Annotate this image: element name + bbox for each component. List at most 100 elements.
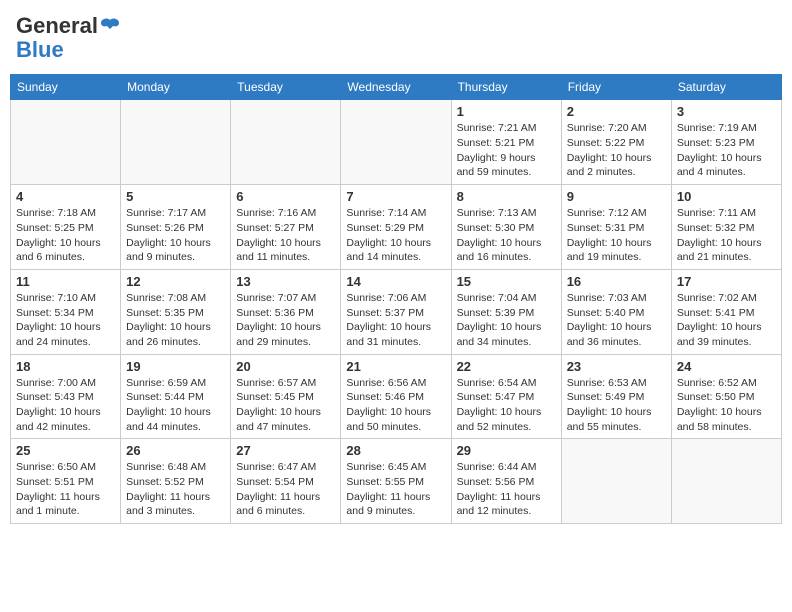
- col-header-tuesday: Tuesday: [231, 75, 341, 100]
- calendar-day: 5 Sunrise: 7:17 AMSunset: 5:26 PMDaylight…: [121, 185, 231, 270]
- day-info: Sunrise: 6:54 AMSunset: 5:47 PMDaylight:…: [457, 376, 556, 435]
- calendar-day: 22 Sunrise: 6:54 AMSunset: 5:47 PMDayligh…: [451, 354, 561, 439]
- day-number: 23: [567, 359, 666, 374]
- calendar-day: 18 Sunrise: 7:00 AMSunset: 5:43 PMDayligh…: [11, 354, 121, 439]
- calendar-day: 9 Sunrise: 7:12 AMSunset: 5:31 PMDaylight…: [561, 185, 671, 270]
- calendar-day: 4 Sunrise: 7:18 AMSunset: 5:25 PMDaylight…: [11, 185, 121, 270]
- day-info: Sunrise: 7:18 AMSunset: 5:25 PMDaylight:…: [16, 206, 115, 265]
- calendar-day: 3Sunrise: 7:19 AMSunset: 5:23 PMDaylight…: [671, 100, 781, 185]
- day-number: 17: [677, 274, 776, 289]
- day-number: 15: [457, 274, 556, 289]
- day-info: Sunrise: 6:45 AMSunset: 5:55 PMDaylight:…: [346, 460, 445, 519]
- day-info: Sunrise: 6:59 AMSunset: 5:44 PMDaylight:…: [126, 376, 225, 435]
- day-number: 14: [346, 274, 445, 289]
- day-number: 24: [677, 359, 776, 374]
- day-info: Sunrise: 7:13 AMSunset: 5:30 PMDaylight:…: [457, 206, 556, 265]
- day-info: Sunrise: 7:08 AMSunset: 5:35 PMDaylight:…: [126, 291, 225, 350]
- day-number: 22: [457, 359, 556, 374]
- logo: General Blue: [16, 14, 122, 62]
- day-number: 12: [126, 274, 225, 289]
- calendar-day: 28 Sunrise: 6:45 AMSunset: 5:55 PMDayligh…: [341, 439, 451, 524]
- day-info: Sunrise: 7:14 AMSunset: 5:29 PMDaylight:…: [346, 206, 445, 265]
- calendar-day: 23 Sunrise: 6:53 AMSunset: 5:49 PMDayligh…: [561, 354, 671, 439]
- day-info: Sunrise: 7:16 AMSunset: 5:27 PMDaylight:…: [236, 206, 335, 265]
- day-number: 8: [457, 189, 556, 204]
- calendar-day: 1Sunrise: 7:21 AMSunset: 5:21 PMDaylight…: [451, 100, 561, 185]
- day-info: Sunrise: 7:04 AMSunset: 5:39 PMDaylight:…: [457, 291, 556, 350]
- calendar-day: 15 Sunrise: 7:04 AMSunset: 5:39 PMDayligh…: [451, 269, 561, 354]
- day-info: Sunrise: 7:20 AMSunset: 5:22 PMDaylight:…: [567, 121, 666, 180]
- day-info: Sunrise: 7:12 AMSunset: 5:31 PMDaylight:…: [567, 206, 666, 265]
- calendar-day: 21 Sunrise: 6:56 AMSunset: 5:46 PMDayligh…: [341, 354, 451, 439]
- day-number: 4: [16, 189, 115, 204]
- day-info: Sunrise: 7:03 AMSunset: 5:40 PMDaylight:…: [567, 291, 666, 350]
- day-number: 10: [677, 189, 776, 204]
- day-info: Sunrise: 7:07 AMSunset: 5:36 PMDaylight:…: [236, 291, 335, 350]
- calendar-header-row: SundayMondayTuesdayWednesdayThursdayFrid…: [11, 75, 782, 100]
- calendar-day: [341, 100, 451, 185]
- day-number: 5: [126, 189, 225, 204]
- calendar-day: 17 Sunrise: 7:02 AMSunset: 5:41 PMDayligh…: [671, 269, 781, 354]
- day-info: Sunrise: 7:00 AMSunset: 5:43 PMDaylight:…: [16, 376, 115, 435]
- calendar-week-row: 11Sunrise: 7:10 AMSunset: 5:34 PMDayligh…: [11, 269, 782, 354]
- col-header-wednesday: Wednesday: [341, 75, 451, 100]
- col-header-thursday: Thursday: [451, 75, 561, 100]
- calendar-day: [121, 100, 231, 185]
- day-info: Sunrise: 7:06 AMSunset: 5:37 PMDaylight:…: [346, 291, 445, 350]
- calendar-day: 19 Sunrise: 6:59 AMSunset: 5:44 PMDayligh…: [121, 354, 231, 439]
- calendar-table: SundayMondayTuesdayWednesdayThursdayFrid…: [10, 74, 782, 524]
- calendar-day: 16 Sunrise: 7:03 AMSunset: 5:40 PMDayligh…: [561, 269, 671, 354]
- day-number: 29: [457, 443, 556, 458]
- calendar-day: 8 Sunrise: 7:13 AMSunset: 5:30 PMDaylight…: [451, 185, 561, 270]
- calendar-day: 10 Sunrise: 7:11 AMSunset: 5:32 PMDayligh…: [671, 185, 781, 270]
- calendar-day: 24 Sunrise: 6:52 AMSunset: 5:50 PMDayligh…: [671, 354, 781, 439]
- day-info: Sunrise: 6:52 AMSunset: 5:50 PMDaylight:…: [677, 376, 776, 435]
- calendar-day: 13 Sunrise: 7:07 AMSunset: 5:36 PMDayligh…: [231, 269, 341, 354]
- col-header-friday: Friday: [561, 75, 671, 100]
- col-header-sunday: Sunday: [11, 75, 121, 100]
- day-info: Sunrise: 6:56 AMSunset: 5:46 PMDaylight:…: [346, 376, 445, 435]
- calendar-day: 2 Sunrise: 7:20 AMSunset: 5:22 PMDaylight…: [561, 100, 671, 185]
- day-number: 27: [236, 443, 335, 458]
- day-number: 6: [236, 189, 335, 204]
- day-number: 19: [126, 359, 225, 374]
- calendar-day: 25 Sunrise: 6:50 AMSunset: 5:51 PMDayligh…: [11, 439, 121, 524]
- day-info: Sunrise: 7:02 AMSunset: 5:41 PMDaylight:…: [677, 291, 776, 350]
- day-info: Sunrise: 7:11 AMSunset: 5:32 PMDaylight:…: [677, 206, 776, 265]
- calendar-day: 14 Sunrise: 7:06 AMSunset: 5:37 PMDayligh…: [341, 269, 451, 354]
- calendar-day: [231, 100, 341, 185]
- logo-text: General Blue: [16, 14, 122, 62]
- day-info: Sunrise: 7:17 AMSunset: 5:26 PMDaylight:…: [126, 206, 225, 265]
- day-number: 9: [567, 189, 666, 204]
- day-number: 13: [236, 274, 335, 289]
- calendar-day: 7Sunrise: 7:14 AMSunset: 5:29 PMDaylight…: [341, 185, 451, 270]
- day-info: Sunrise: 6:50 AMSunset: 5:51 PMDaylight:…: [16, 460, 115, 519]
- calendar-day: 26 Sunrise: 6:48 AMSunset: 5:52 PMDayligh…: [121, 439, 231, 524]
- calendar-week-row: 25 Sunrise: 6:50 AMSunset: 5:51 PMDayligh…: [11, 439, 782, 524]
- day-info: Sunrise: 6:53 AMSunset: 5:49 PMDaylight:…: [567, 376, 666, 435]
- day-info: Sunrise: 6:47 AMSunset: 5:54 PMDaylight:…: [236, 460, 335, 519]
- day-info: Sunrise: 6:44 AMSunset: 5:56 PMDaylight:…: [457, 460, 556, 519]
- calendar-day: [561, 439, 671, 524]
- calendar-day: 29 Sunrise: 6:44 AMSunset: 5:56 PMDayligh…: [451, 439, 561, 524]
- day-info: Sunrise: 6:57 AMSunset: 5:45 PMDaylight:…: [236, 376, 335, 435]
- day-number: 20: [236, 359, 335, 374]
- day-number: 2: [567, 104, 666, 119]
- day-number: 1: [457, 104, 556, 119]
- calendar-week-row: 18 Sunrise: 7:00 AMSunset: 5:43 PMDayligh…: [11, 354, 782, 439]
- calendar-day: [11, 100, 121, 185]
- day-number: 28: [346, 443, 445, 458]
- day-number: 16: [567, 274, 666, 289]
- calendar-day: 27 Sunrise: 6:47 AMSunset: 5:54 PMDayligh…: [231, 439, 341, 524]
- logo-bird-icon: [99, 16, 121, 38]
- calendar-day: 20 Sunrise: 6:57 AMSunset: 5:45 PMDayligh…: [231, 354, 341, 439]
- day-info: Sunrise: 6:48 AMSunset: 5:52 PMDaylight:…: [126, 460, 225, 519]
- day-number: 3: [677, 104, 776, 119]
- calendar-week-row: 1Sunrise: 7:21 AMSunset: 5:21 PMDaylight…: [11, 100, 782, 185]
- day-number: 18: [16, 359, 115, 374]
- calendar-day: 11Sunrise: 7:10 AMSunset: 5:34 PMDayligh…: [11, 269, 121, 354]
- day-number: 21: [346, 359, 445, 374]
- day-number: 26: [126, 443, 225, 458]
- calendar-day: 12 Sunrise: 7:08 AMSunset: 5:35 PMDayligh…: [121, 269, 231, 354]
- day-number: 25: [16, 443, 115, 458]
